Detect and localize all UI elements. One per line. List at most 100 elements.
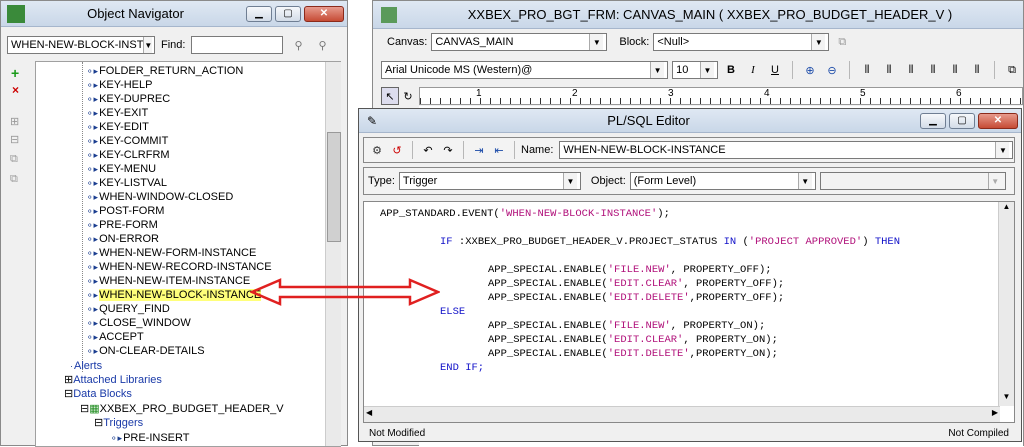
tree-item[interactable]: ⚬▸QUERY_FIND — [86, 303, 170, 316]
chevron-down-icon[interactable]: ▼ — [700, 62, 714, 78]
redo-icon[interactable]: ↷ — [439, 141, 457, 159]
chevron-down-icon[interactable]: ▼ — [143, 37, 153, 53]
undo-icon[interactable]: ↶ — [419, 141, 437, 159]
tree-item[interactable]: ⚬▸KEY-EDIT — [86, 121, 149, 134]
tree-item[interactable]: ⚬▸FOLDER_RETURN_ACTION — [86, 65, 243, 78]
tree-item[interactable]: ⚬▸ON-ERROR — [86, 233, 159, 246]
chevron-down-icon[interactable]: ▼ — [811, 34, 826, 50]
collapse-node-icon[interactable]: ⊟ — [80, 403, 89, 415]
zoom-out-icon[interactable]: ⊖ — [823, 61, 841, 79]
close-icon[interactable]: ✕ — [304, 5, 344, 22]
align-center-icon[interactable]: ⫴ — [880, 61, 898, 79]
tree-item[interactable]: ⚬▸WHEN-NEW-RECORD-INSTANCE — [86, 261, 272, 274]
rotate-tool-icon[interactable]: ↻ — [399, 87, 417, 105]
tree-node-data-blocks[interactable]: ⊟Data Blocks — [64, 388, 132, 401]
tree-item[interactable]: ⚬▸WHEN-WINDOW-CLOSED — [86, 191, 233, 204]
minimize-icon[interactable]: ▁ — [246, 5, 272, 22]
tree-item[interactable]: ⚬▸KEY-COMMIT — [86, 135, 168, 148]
chevron-down-icon[interactable]: ▼ — [995, 142, 1010, 158]
name-select[interactable]: WHEN-NEW-BLOCK-INSTANCE ▼ — [559, 141, 1014, 159]
code-horizontal-scrollbar[interactable]: ◀ ▶ — [364, 406, 1000, 422]
layout-tool-icon[interactable]: ⧉ — [833, 33, 851, 51]
find-next-icon[interactable]: ⚲ — [289, 36, 307, 54]
scroll-down-icon[interactable]: ▼ — [999, 392, 1014, 406]
tree-item[interactable]: ⚬▸KEY-LISTVAL — [86, 177, 167, 190]
maximize-icon[interactable]: ▢ — [275, 5, 301, 22]
align-bottom-icon[interactable]: ⫴ — [968, 61, 986, 79]
canvas-select[interactable]: CANVAS_MAIN ▼ — [431, 33, 608, 51]
align-right-icon[interactable]: ⫴ — [902, 61, 920, 79]
tree-item[interactable]: ⚬▸POST-FORM — [86, 205, 164, 218]
revert-icon[interactable]: ↺ — [388, 141, 406, 159]
layout-titlebar[interactable]: XXBEX_PRO_BGT_FRM: CANVAS_MAIN ( XXBEX_P… — [373, 1, 1023, 29]
code-editor[interactable]: APP_STANDARD.EVENT('WHEN-NEW-BLOCK-INSTA… — [363, 201, 1015, 423]
scroll-left-icon[interactable]: ◀ — [366, 408, 372, 417]
create-icon[interactable]: + — [11, 65, 19, 81]
outdent-icon[interactable]: ⇤ — [490, 141, 508, 159]
tree-item[interactable]: ⚬▸WHEN-NEW-FORM-INSTANCE — [86, 247, 256, 260]
bold-button[interactable]: B — [722, 61, 740, 79]
chevron-down-icon[interactable]: ▼ — [589, 34, 604, 50]
group-icon[interactable]: ⧉ — [1003, 61, 1021, 79]
chevron-down-icon[interactable]: ▼ — [797, 173, 812, 189]
minimize-icon[interactable]: ▁ — [920, 112, 946, 129]
find-label: Find: — [161, 39, 186, 51]
tree-node-alerts[interactable]: ·Alerts — [70, 360, 102, 373]
code-vertical-scrollbar[interactable]: ▲ ▼ — [998, 202, 1014, 406]
tree-item[interactable]: ⚬▸KEY-CLRFRM — [86, 149, 170, 162]
tree-item[interactable]: ⚬▸ON-CLEAR-DETAILS — [86, 345, 205, 358]
block-value-select[interactable]: <Null> ▼ — [653, 33, 830, 51]
tree-item[interactable]: ⚬▸KEY-EXIT — [86, 107, 148, 120]
align-left-icon[interactable]: ⫴ — [858, 61, 876, 79]
indent-icon[interactable]: ⇥ — [470, 141, 488, 159]
tree-item[interactable]: ⚬▸WHEN-NEW-ITEM-INSTANCE — [86, 275, 250, 288]
chevron-down-icon[interactable]: ▼ — [562, 173, 577, 189]
tree-node-attached-libraries[interactable]: ⊞Attached Libraries — [64, 374, 162, 387]
status-modified: Not Modified — [369, 427, 426, 439]
tree-node-triggers[interactable]: ⊟Triggers — [94, 417, 143, 430]
tree-item[interactable]: ⚬▸PRE-INSERT — [110, 432, 189, 445]
block-select[interactable]: WHEN-NEW-BLOCK-INST ▼ — [7, 36, 155, 54]
delete-icon[interactable]: × — [12, 83, 19, 97]
scroll-up-icon[interactable]: ▲ — [999, 202, 1014, 216]
navigator-titlebar[interactable]: Object Navigator ▁ ▢ ✕ — [1, 1, 347, 27]
expand-node-icon[interactable]: ⊞ — [64, 374, 73, 386]
plsql-titlebar[interactable]: ✎ PL/SQL Editor ▁ ▢ ✕ — [359, 109, 1021, 133]
double-arrow-shape — [250, 278, 440, 306]
align-middle-icon[interactable]: ⫴ — [946, 61, 964, 79]
font-select[interactable]: Arial Unicode MS (Western)@ ▼ — [381, 61, 669, 79]
tree-item[interactable]: ⚬▸ACCEPT — [86, 331, 144, 344]
collapse-node-icon[interactable]: ⊟ — [64, 388, 73, 400]
tree-item-selected[interactable]: ⚬▸WHEN-NEW-BLOCK-INSTANCE — [86, 289, 262, 302]
select-tool-icon[interactable]: ↖ — [381, 87, 399, 105]
expand-icon[interactable]: ⊞ — [10, 115, 19, 128]
expand-all-icon[interactable]: ⧉ — [10, 153, 18, 166]
collapse-all-icon[interactable]: ⧉ — [10, 173, 18, 186]
zoom-in-icon[interactable]: ⊕ — [801, 61, 819, 79]
maximize-icon[interactable]: ▢ — [949, 112, 975, 129]
font-size-select[interactable]: 10 ▼ — [672, 61, 718, 79]
compile-icon[interactable]: ⚙ — [368, 141, 386, 159]
navigator-scrollbar[interactable] — [325, 62, 341, 446]
tree-item[interactable]: ⚬▸KEY-HELP — [86, 79, 152, 92]
scroll-right-icon[interactable]: ▶ — [992, 408, 998, 417]
type-select[interactable]: Trigger ▼ — [398, 172, 581, 190]
object-select[interactable]: (Form Level) ▼ — [629, 172, 816, 190]
underline-button[interactable]: U — [766, 61, 784, 79]
collapse-node-icon[interactable]: ⊟ — [94, 417, 103, 429]
navigator-title: Object Navigator — [87, 6, 184, 21]
italic-button[interactable]: I — [744, 61, 762, 79]
tree-item[interactable]: ⚬▸CLOSE_WINDOW — [86, 317, 191, 330]
tree-item[interactable]: ⚬▸PRE-FORM — [86, 219, 158, 232]
tree-item[interactable]: ⚬▸KEY-DUPREC — [86, 93, 170, 106]
find-prev-icon[interactable]: ⚲ — [313, 36, 331, 54]
tree-item[interactable]: ⚬▸KEY-MENU — [86, 163, 156, 176]
scrollbar-thumb[interactable] — [327, 132, 341, 242]
tree-node-block[interactable]: ⊟▦XXBEX_PRO_BUDGET_HEADER_V — [80, 403, 284, 416]
close-icon[interactable]: ✕ — [978, 112, 1018, 129]
chevron-down-icon[interactable]: ▼ — [650, 62, 665, 78]
align-top-icon[interactable]: ⫴ — [924, 61, 942, 79]
collapse-icon[interactable]: ⊟ — [10, 133, 19, 146]
trigger-icon: ⚬▸ — [86, 248, 99, 258]
find-input[interactable] — [191, 36, 284, 54]
